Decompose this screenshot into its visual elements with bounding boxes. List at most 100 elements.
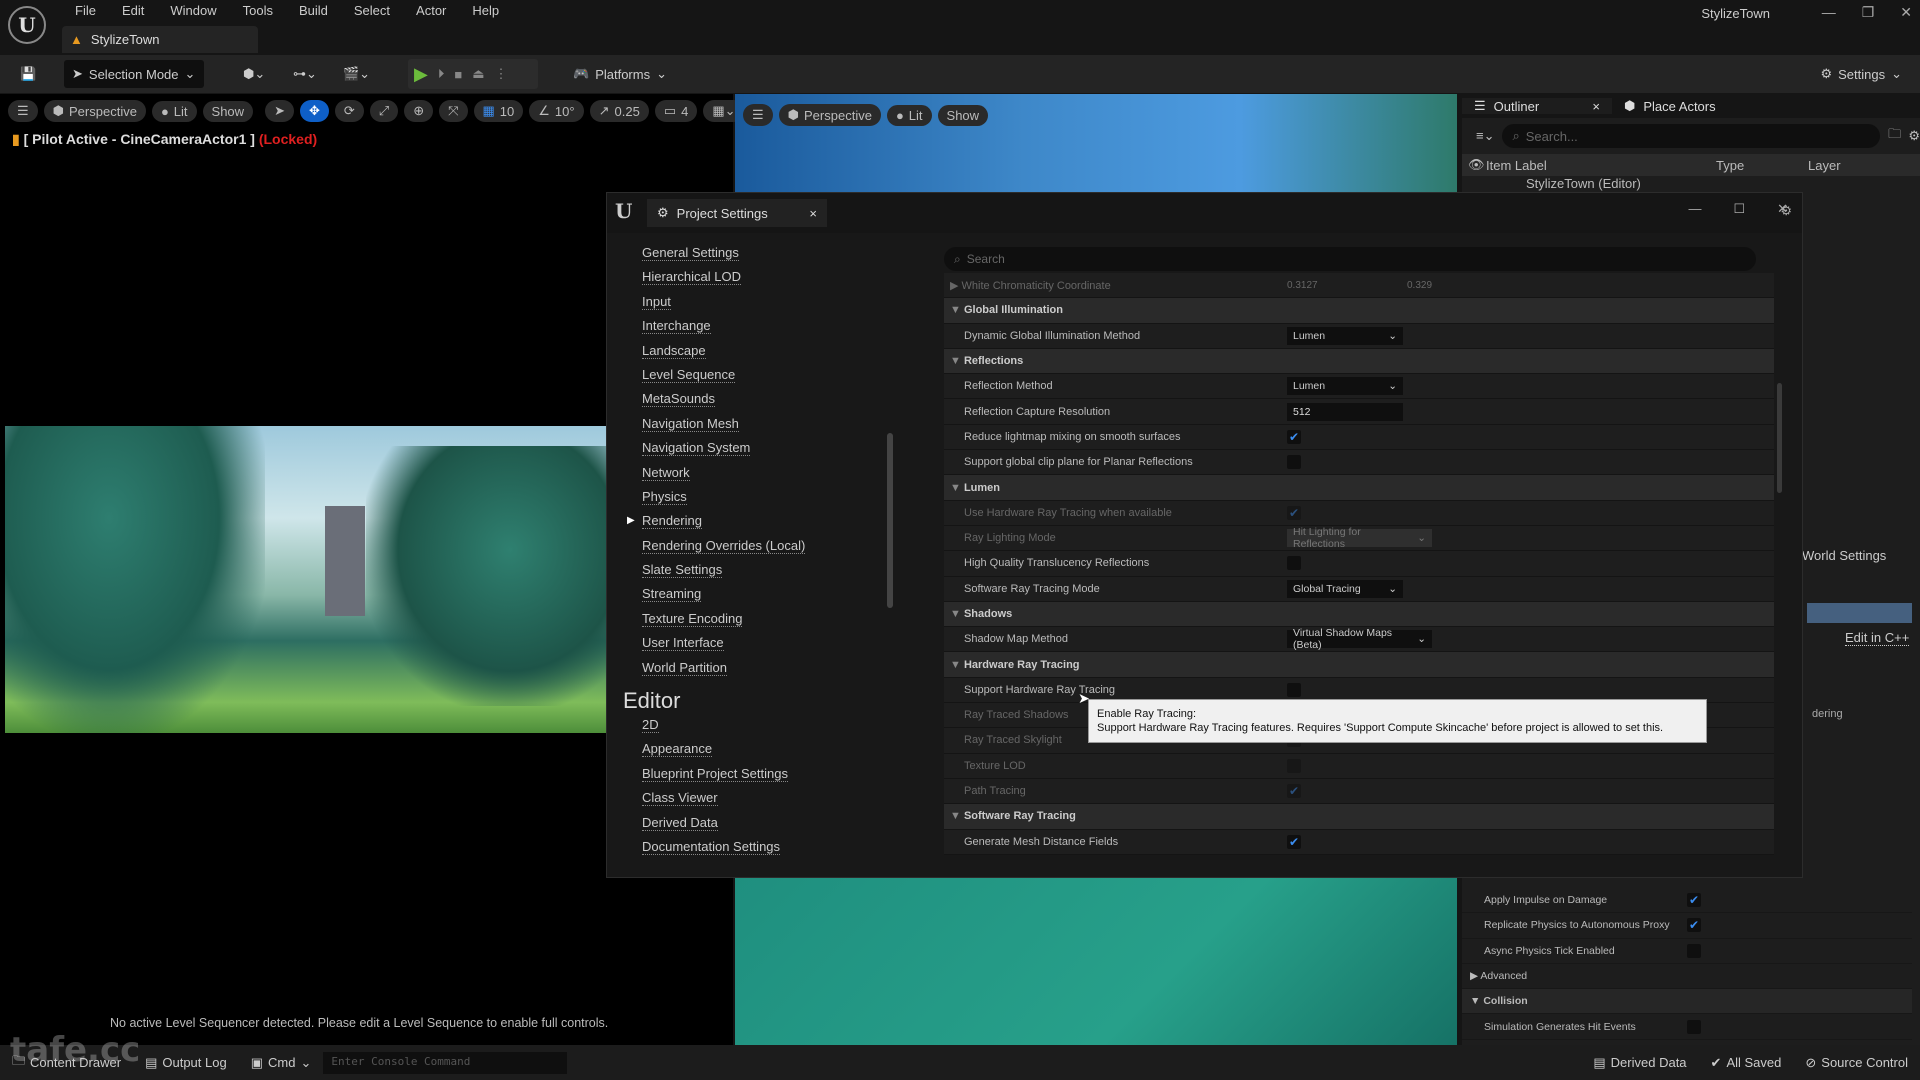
nav-item[interactable]: 2D [607, 717, 937, 741]
nav-item[interactable]: Class Viewer [607, 790, 937, 814]
column-type[interactable]: Type [1716, 158, 1808, 173]
settings-category[interactable]: ▼ Hardware Ray Tracing [944, 652, 1774, 678]
menu-help[interactable]: Help [459, 4, 512, 18]
advance-frame-icon[interactable]: ⏵ [438, 66, 445, 82]
settings-category[interactable]: ▼ Lumen [944, 475, 1774, 501]
translate-tool-icon[interactable]: ✥ [299, 100, 329, 122]
settings-category[interactable]: ▼ Reflections [944, 348, 1774, 375]
console-input[interactable]: Enter Console Command [323, 1051, 568, 1074]
nav-item[interactable]: Hierarchical LOD [607, 269, 937, 293]
value-dropdown[interactable]: Lumen ⌄ [1287, 377, 1403, 396]
source-control-button[interactable]: ⊘ Source Control [1793, 1055, 1920, 1071]
unreal-logo[interactable]: U [8, 6, 46, 44]
checkbox[interactable] [1687, 943, 1701, 958]
tab-place-actors[interactable]: ⬢ Place Actors [1612, 98, 1728, 114]
world-settings-tab[interactable]: World Settings [1802, 548, 1886, 563]
settings-search-input[interactable]: ⌕ Search [944, 247, 1756, 271]
world-space-icon[interactable]: ⊕ [404, 100, 434, 122]
menu-edit[interactable]: Edit [109, 4, 157, 18]
minimize-button[interactable]: — [1822, 4, 1836, 21]
grid-snap-button[interactable]: ▦ 10 [473, 100, 524, 122]
checkbox[interactable]: ✔ [1687, 893, 1701, 908]
checkbox[interactable] [1287, 556, 1301, 571]
more-options-icon[interactable]: ⋮ [495, 66, 508, 82]
output-log-button[interactable]: ▤ Output Log [133, 1055, 239, 1071]
checkbox[interactable] [1687, 1019, 1701, 1034]
selection-mode-dropdown[interactable]: ➤ Selection Mode ⌄ [64, 60, 204, 88]
checkbox[interactable]: ✔ [1287, 834, 1301, 849]
restore-button[interactable]: ❐ [1862, 4, 1875, 21]
column-layer[interactable]: Layer [1808, 158, 1841, 173]
value-dropdown[interactable]: Lumen ⌄ [1287, 326, 1403, 345]
surface-snap-icon[interactable]: ⤧ [439, 100, 468, 122]
checkbox[interactable]: ✔ [1287, 505, 1301, 520]
content-scrollbar[interactable] [1777, 383, 1782, 493]
add-folder-icon[interactable]: 🗀 [1888, 125, 1901, 147]
nav-item[interactable]: User Interface [607, 635, 937, 659]
level-tab[interactable]: ▲ StylizeTown [62, 26, 258, 53]
details-category-collision[interactable]: ▼ Collision [1462, 989, 1912, 1015]
settings-category[interactable]: ▼ Shadows [944, 601, 1774, 628]
checkbox[interactable]: ✔ [1287, 429, 1301, 444]
perspective-button[interactable]: ⬢ Perspective [778, 104, 881, 126]
number-value[interactable]: 0.3127 [1287, 280, 1407, 291]
outliner-search-input[interactable]: ⌕ Search... [1502, 124, 1881, 148]
column-item-label[interactable]: Item Label [1486, 158, 1716, 173]
platforms-dropdown[interactable]: 🎮 Platforms ⌄ [565, 60, 675, 88]
save-icon[interactable]: 💾 [12, 60, 44, 88]
nav-item[interactable]: General Settings [607, 245, 937, 269]
nav-item[interactable]: Landscape [607, 342, 937, 367]
add-actor-icon[interactable]: ⬢⌄ [235, 60, 273, 88]
show-button[interactable]: Show [937, 104, 989, 126]
details-partial-tab[interactable]: dering [1812, 708, 1843, 720]
show-button[interactable]: Show [202, 100, 254, 122]
menu-build[interactable]: Build [286, 4, 341, 18]
value-dropdown[interactable]: Global Tracing ⌄ [1287, 579, 1403, 598]
scale-snap-button[interactable]: ↗ 0.25 [589, 100, 649, 122]
nav-scrollbar[interactable] [887, 433, 893, 608]
settings-category[interactable]: ▼ Global Illumination [944, 298, 1774, 324]
nav-item[interactable]: Derived Data [607, 814, 937, 839]
checkbox[interactable] [1287, 682, 1301, 697]
nav-item[interactable]: World Partition [607, 659, 937, 684]
close-button[interactable]: ✕ [1900, 4, 1912, 21]
derived-data-button[interactable]: ▤ Derived Data [1581, 1055, 1698, 1071]
menu-window[interactable]: Window [157, 4, 229, 18]
nav-item[interactable]: Level Sequence [607, 366, 937, 391]
number-input[interactable]: 512 [1287, 402, 1403, 421]
rotate-tool-icon[interactable]: ⟳ [334, 100, 364, 122]
lit-button[interactable]: ● Lit [886, 104, 932, 126]
details-category-advanced[interactable]: ▶ Advanced [1462, 964, 1912, 990]
nav-item[interactable]: Documentation Settings [607, 838, 937, 863]
nav-item[interactable]: Interchange [607, 318, 937, 342]
nav-item[interactable]: Appearance [607, 741, 937, 765]
value-dropdown[interactable]: Hit Lighting for Reflections ⌄ [1287, 526, 1432, 550]
all-saved-button[interactable]: ✔ All Saved [1699, 1055, 1794, 1071]
nav-item[interactable]: Texture Encoding [607, 610, 937, 635]
select-tool-icon[interactable]: ➤ [265, 100, 294, 122]
perspective-button[interactable]: ⬢ Perspective [43, 100, 146, 122]
maximize-button[interactable]: ☐ [1733, 201, 1745, 217]
eject-icon[interactable]: ⏏ [472, 66, 484, 82]
play-icon[interactable]: ▶ [414, 64, 428, 85]
nav-item[interactable]: MetaSounds [607, 391, 937, 415]
menu-select[interactable]: Select [341, 4, 403, 18]
gear-icon[interactable]: ⚙ [1780, 203, 1792, 219]
tab-outliner[interactable]: ☰ Outliner × [1462, 98, 1612, 114]
number-value[interactable]: 0.329 [1407, 280, 1527, 291]
nav-item[interactable]: Blueprint Project Settings [607, 765, 937, 790]
menu-file[interactable]: File [62, 4, 109, 18]
rotation-snap-button[interactable]: ∠ 10° [529, 100, 584, 122]
viewport-menu-button[interactable]: ☰ [8, 100, 38, 122]
filter-icon[interactable]: ≡⌄ [1462, 128, 1494, 144]
lit-button[interactable]: ● Lit [151, 100, 197, 122]
viewport-menu-button[interactable]: ☰ [743, 104, 773, 126]
camera-speed-button[interactable]: ▭ 4 [654, 100, 698, 122]
menu-tools[interactable]: Tools [230, 4, 286, 18]
blueprint-icon[interactable]: ⊶⌄ [285, 60, 325, 88]
menu-actor[interactable]: Actor [403, 4, 459, 18]
settings-category[interactable]: ▼ Software Ray Tracing [944, 804, 1774, 830]
cmd-dropdown[interactable]: ▣ Cmd ⌄ [239, 1055, 324, 1071]
edit-in-cpp-link[interactable]: Edit in C++ [1845, 630, 1910, 646]
checkbox[interactable]: ✔ [1687, 918, 1701, 933]
